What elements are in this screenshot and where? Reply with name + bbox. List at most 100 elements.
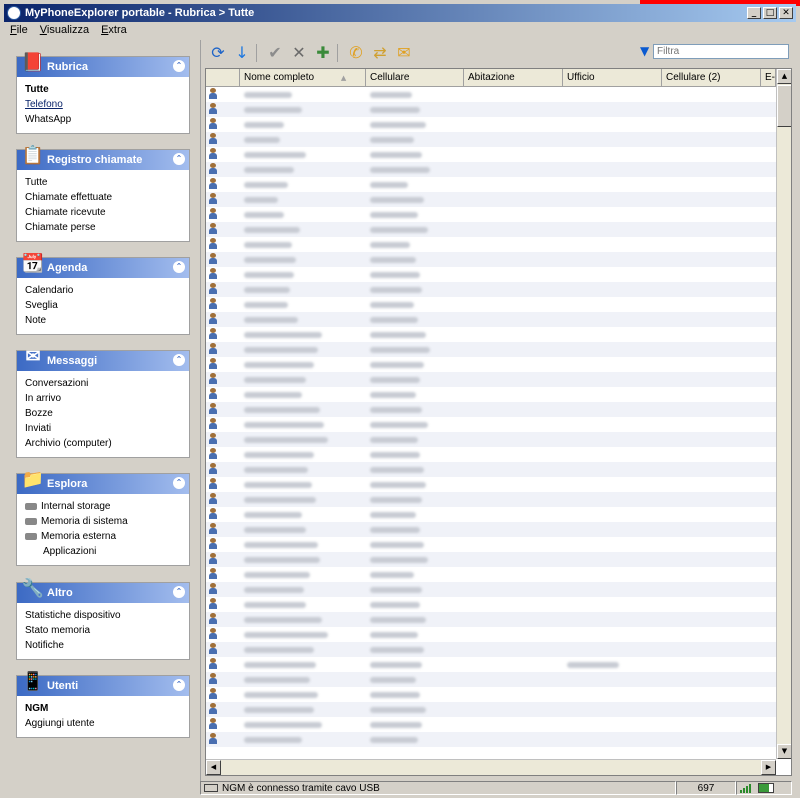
column-abitazione[interactable]: Abitazione <box>464 69 563 86</box>
menu-file[interactable]: File <box>4 24 34 36</box>
vertical-scrollbar[interactable]: ▲ ▼ <box>776 69 791 759</box>
table-row[interactable] <box>206 312 776 327</box>
column-icon[interactable] <box>206 69 240 86</box>
table-row[interactable] <box>206 342 776 357</box>
sidebar-item-archivio[interactable]: Archivio (computer) <box>25 436 181 451</box>
scroll-down-button[interactable]: ▼ <box>777 744 791 759</box>
collapse-icon[interactable]: ⌃ <box>173 60 185 72</box>
filter-input[interactable] <box>653 44 789 59</box>
table-row[interactable] <box>206 87 776 102</box>
section-header-registro-chiamate[interactable]: 📋 Registro chiamate ⌃ <box>17 145 189 170</box>
table-row[interactable] <box>206 732 776 747</box>
sidebar-item-telefono[interactable]: Telefono <box>25 97 181 112</box>
table-row[interactable] <box>206 207 776 222</box>
column-cellulare[interactable]: Cellulare <box>366 69 464 86</box>
table-row[interactable] <box>206 552 776 567</box>
sidebar-item-memoria-esterna[interactable]: Memoria esterna <box>25 529 181 544</box>
delete-icon[interactable]: ✕ <box>289 43 309 63</box>
sidebar-item-conversazioni[interactable]: Conversazioni <box>25 376 181 391</box>
sidebar-item-notifiche[interactable]: Notifiche <box>25 638 181 653</box>
table-row[interactable] <box>206 357 776 372</box>
collapse-icon[interactable]: ⌃ <box>173 354 185 366</box>
table-row[interactable] <box>206 267 776 282</box>
table-row[interactable] <box>206 687 776 702</box>
table-row[interactable] <box>206 462 776 477</box>
message-icon[interactable]: ✉ <box>394 43 414 63</box>
table-row[interactable] <box>206 717 776 732</box>
section-header-altro[interactable]: 🔧 Altro ⌃ <box>17 578 189 603</box>
collapse-icon[interactable]: ⌃ <box>173 153 185 165</box>
table-row[interactable] <box>206 282 776 297</box>
table-row[interactable] <box>206 582 776 597</box>
sidebar-item-statistiche[interactable]: Statistiche dispositivo <box>25 608 181 623</box>
column-email[interactable]: E-m <box>761 69 776 86</box>
sidebar-item-internal-storage[interactable]: Internal storage <box>25 499 181 514</box>
scroll-up-button[interactable]: ▲ <box>777 69 791 84</box>
scroll-right-button[interactable]: ▶ <box>761 760 776 775</box>
table-row[interactable] <box>206 612 776 627</box>
sidebar-item-rubrica-tutte[interactable]: Tutte <box>25 82 181 97</box>
table-row[interactable] <box>206 477 776 492</box>
collapse-icon[interactable]: ⌃ <box>173 679 185 691</box>
table-row[interactable] <box>206 702 776 717</box>
table-row[interactable] <box>206 162 776 177</box>
table-row[interactable] <box>206 432 776 447</box>
sidebar-item-ngm[interactable]: NGM <box>25 701 181 716</box>
table-row[interactable] <box>206 627 776 642</box>
table-row[interactable] <box>206 537 776 552</box>
menu-extra[interactable]: Extra <box>95 24 133 36</box>
sidebar-item-sveglia[interactable]: Sveglia <box>25 298 181 313</box>
section-header-esplora[interactable]: 📁 Esplora ⌃ <box>17 469 189 494</box>
collapse-icon[interactable]: ⌃ <box>173 261 185 273</box>
sidebar-item-bozze[interactable]: Bozze <box>25 406 181 421</box>
table-row[interactable] <box>206 657 776 672</box>
table-row[interactable] <box>206 417 776 432</box>
sidebar-item-applicazioni[interactable]: Applicazioni <box>25 544 181 559</box>
table-row[interactable] <box>206 297 776 312</box>
scroll-thumb[interactable] <box>777 85 791 127</box>
sidebar-item-chiamate-tutte[interactable]: Tutte <box>25 175 181 190</box>
table-row[interactable] <box>206 192 776 207</box>
column-ufficio[interactable]: Ufficio <box>563 69 662 86</box>
collapse-icon[interactable]: ⌃ <box>173 586 185 598</box>
table-row[interactable] <box>206 642 776 657</box>
close-button[interactable]: ✕ <box>779 7 793 19</box>
table-row[interactable] <box>206 252 776 267</box>
table-row[interactable] <box>206 147 776 162</box>
sync-icon[interactable]: ⇄ <box>370 43 390 63</box>
menu-visualizza[interactable]: Visualizza <box>34 24 95 36</box>
sidebar-item-note[interactable]: Note <box>25 313 181 328</box>
sidebar-item-in-arrivo[interactable]: In arrivo <box>25 391 181 406</box>
table-row[interactable] <box>206 117 776 132</box>
section-header-utenti[interactable]: 📱 Utenti ⌃ <box>17 671 189 696</box>
table-row[interactable] <box>206 447 776 462</box>
sidebar-item-stato-memoria[interactable]: Stato memoria <box>25 623 181 638</box>
table-row[interactable] <box>206 102 776 117</box>
minimize-button[interactable]: _ <box>747 7 761 19</box>
table-row[interactable] <box>206 597 776 612</box>
table-row[interactable] <box>206 177 776 192</box>
sidebar-item-aggiungi-utente[interactable]: Aggiungi utente <box>25 716 181 731</box>
sidebar-item-chiamate-perse[interactable]: Chiamate perse <box>25 220 181 235</box>
table-row[interactable] <box>206 237 776 252</box>
table-row[interactable] <box>206 672 776 687</box>
refresh-icon[interactable]: ⟳ <box>208 43 228 63</box>
title-bar[interactable]: MyPhoneExplorer portable - Rubrica > Tut… <box>4 4 796 22</box>
collapse-icon[interactable]: ⌃ <box>173 477 185 489</box>
table-row[interactable] <box>206 402 776 417</box>
check-icon[interactable]: ✔ <box>265 43 285 63</box>
sidebar-item-chiamate-ricevute[interactable]: Chiamate ricevute <box>25 205 181 220</box>
call-icon[interactable]: ✆ <box>346 43 366 63</box>
section-header-rubrica[interactable]: 📕 Rubrica ⌃ <box>17 52 189 77</box>
scroll-left-button[interactable]: ◀ <box>206 760 221 775</box>
sidebar-item-memoria-sistema[interactable]: Memoria di sistema <box>25 514 181 529</box>
table-row[interactable] <box>206 387 776 402</box>
section-header-messaggi[interactable]: ✉ Messaggi ⌃ <box>17 346 189 371</box>
column-cellulare-2[interactable]: Cellulare (2) <box>662 69 761 86</box>
sidebar-item-chiamate-effettuate[interactable]: Chiamate effettuate <box>25 190 181 205</box>
horizontal-scrollbar[interactable]: ◀ ▶ <box>206 759 776 775</box>
table-row[interactable] <box>206 327 776 342</box>
add-contact-icon[interactable]: ✚ <box>313 43 333 63</box>
table-row[interactable] <box>206 492 776 507</box>
sidebar-item-whatsapp[interactable]: WhatsApp <box>25 112 181 127</box>
